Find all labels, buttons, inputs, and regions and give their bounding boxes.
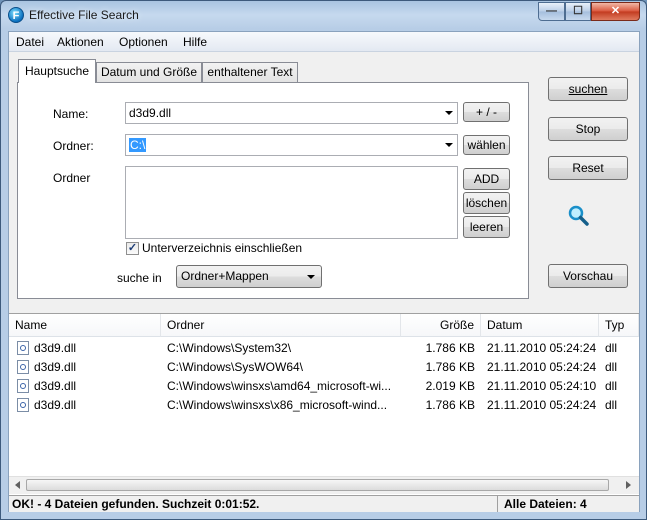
cell-date: 21.11.2010 05:24:24 — [487, 341, 597, 355]
search-in-label: suche in — [117, 271, 162, 285]
folder-combo[interactable]: C:\ — [125, 134, 458, 156]
cell-size: 2.019 KB — [425, 379, 475, 393]
close-button[interactable]: ✕ — [591, 2, 640, 21]
cell-date: 21.11.2010 05:24:24 — [487, 398, 597, 412]
folders-label: Ordner — [53, 171, 91, 185]
column-header-type[interactable]: Typ — [599, 314, 639, 337]
results-list[interactable]: Name Ordner Größe Datum Typ d3d9.dll C:\… — [9, 313, 639, 496]
cell-date: 21.11.2010 05:24:10 — [487, 379, 597, 393]
name-combo[interactable]: d3d9.dll — [125, 102, 458, 124]
folders-listbox[interactable] — [125, 166, 458, 239]
status-count: Alle Dateien: 4 — [504, 497, 587, 511]
table-row[interactable]: d3d9.dll C:\Windows\System32\ 1.786 KB 2… — [9, 339, 639, 358]
search-in-value: Ordner+Mappen — [181, 269, 269, 283]
cell-folder: C:\Windows\winsxs\amd64_microsoft-wi... — [167, 379, 392, 393]
cell-date: 21.11.2010 05:24:24 — [487, 360, 597, 374]
column-header-name[interactable]: Name — [9, 314, 161, 337]
cell-name: d3d9.dll — [34, 398, 77, 412]
folder-label: Ordner: — [53, 139, 94, 153]
client-area: Datei Aktionen Optionen Hilfe Hauptsuche… — [8, 31, 640, 512]
dll-file-icon — [17, 341, 29, 355]
column-header-date[interactable]: Datum — [481, 314, 599, 337]
subdirs-label[interactable]: Unterverzeichnis einschließen — [142, 241, 302, 255]
cell-name: d3d9.dll — [34, 379, 77, 393]
scroll-right-icon[interactable] — [626, 481, 631, 489]
search-button[interactable]: suchen — [548, 77, 628, 101]
cell-folder: C:\Windows\SysWOW64\ — [167, 360, 304, 374]
folder-value: C:\ — [129, 138, 147, 152]
cell-size: 1.786 KB — [425, 341, 475, 355]
clear-folders-button[interactable]: leeren — [463, 216, 510, 238]
minimize-button[interactable]: — — [538, 2, 565, 21]
add-folder-button[interactable]: ADD — [463, 168, 510, 190]
dll-file-icon — [17, 398, 29, 412]
menu-bar: Datei Aktionen Optionen Hilfe — [9, 32, 639, 52]
subdirs-checkbox[interactable]: ✓ — [126, 242, 139, 255]
stop-button[interactable]: Stop — [548, 117, 628, 141]
table-row[interactable]: d3d9.dll C:\Windows\winsxs\x86_microsoft… — [9, 396, 639, 415]
menu-hilfe[interactable]: Hilfe — [183, 35, 207, 49]
magnifier-icon — [568, 205, 589, 226]
dropdown-arrow-icon — [307, 275, 315, 279]
cell-type: dll — [605, 379, 618, 393]
name-value: d3d9.dll — [129, 106, 172, 120]
search-button-label: suchen — [568, 82, 608, 96]
cell-folder: C:\Windows\System32\ — [167, 341, 292, 355]
menu-datei[interactable]: Datei — [16, 35, 44, 49]
title-bar[interactable]: F Effective File Search — ☐ ✕ — [1, 1, 646, 31]
cell-size: 1.786 KB — [425, 360, 475, 374]
reset-button-label: Reset — [572, 161, 604, 175]
table-row[interactable]: d3d9.dll C:\Windows\SysWOW64\ 1.786 KB 2… — [9, 358, 639, 377]
menu-aktionen[interactable]: Aktionen — [57, 35, 104, 49]
search-in-select[interactable]: Ordner+Mappen — [176, 265, 322, 288]
cell-name: d3d9.dll — [34, 341, 77, 355]
cell-type: dll — [605, 341, 618, 355]
dropdown-arrow-icon[interactable] — [445, 143, 453, 147]
scrollbar-thumb[interactable] — [26, 479, 609, 491]
app-logo-icon: F — [8, 7, 24, 23]
delete-folder-button[interactable]: löschen — [463, 192, 510, 214]
choose-folder-button[interactable]: wählen — [463, 135, 510, 155]
column-header-size[interactable]: Größe — [401, 314, 481, 337]
dll-file-icon — [17, 360, 29, 374]
scroll-left-icon[interactable] — [15, 481, 20, 489]
table-row[interactable]: d3d9.dll C:\Windows\winsxs\amd64_microso… — [9, 377, 639, 396]
dropdown-arrow-icon[interactable] — [445, 111, 453, 115]
stop-button-label: Stop — [575, 122, 601, 136]
status-message: OK! - 4 Dateien gefunden. Suchzeit 0:01:… — [12, 497, 260, 511]
horizontal-scrollbar[interactable] — [9, 476, 639, 494]
search-panel: Name: d3d9.dll + / - Ordner: C:\ wählen … — [17, 82, 529, 299]
column-header-folder[interactable]: Ordner — [161, 314, 401, 337]
tab-hauptsuche[interactable]: Hauptsuche — [18, 59, 96, 83]
cell-type: dll — [605, 360, 618, 374]
window-title: Effective File Search — [29, 8, 139, 22]
tab-datum-groesse[interactable]: Datum und Größe — [96, 62, 202, 82]
status-bar: OK! - 4 Dateien gefunden. Suchzeit 0:01:… — [9, 495, 639, 512]
preview-button[interactable]: Vorschau — [548, 264, 628, 288]
reset-button[interactable]: Reset — [548, 156, 628, 180]
name-label: Name: — [53, 107, 89, 121]
maximize-button[interactable]: ☐ — [565, 2, 591, 21]
tab-enthaltener-text[interactable]: enthaltener Text — [202, 62, 298, 82]
cell-folder: C:\Windows\winsxs\x86_microsoft-wind... — [167, 398, 388, 412]
cell-name: d3d9.dll — [34, 360, 77, 374]
status-divider — [497, 496, 498, 512]
cell-type: dll — [605, 398, 618, 412]
cell-size: 1.786 KB — [425, 398, 475, 412]
app-window: F Effective File Search — ☐ ✕ Datei Akti… — [0, 0, 647, 520]
plus-minus-button[interactable]: + / - — [463, 102, 510, 122]
dll-file-icon — [17, 379, 29, 393]
menu-optionen[interactable]: Optionen — [119, 35, 168, 49]
